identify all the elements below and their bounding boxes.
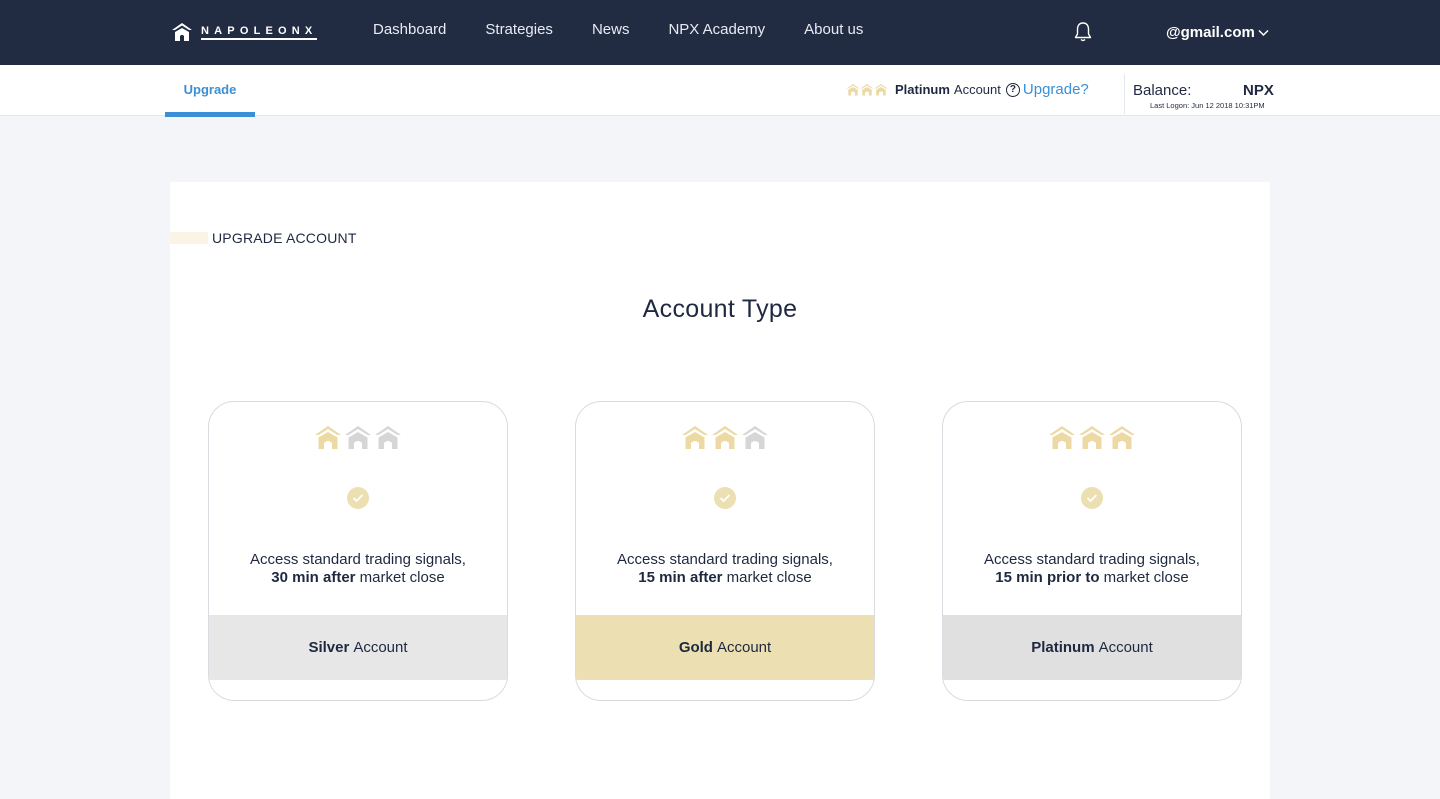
crown-rating	[576, 424, 874, 450]
nav-strategies[interactable]: Strategies	[485, 20, 553, 40]
crown-rating	[209, 424, 507, 450]
crown-icon	[1109, 426, 1135, 449]
check-icon	[347, 487, 369, 509]
divider	[1124, 74, 1125, 114]
platinum-account-card[interactable]: Access standard trading signals, 15 min …	[942, 401, 1242, 701]
gold-account-card[interactable]: Access standard trading signals, 15 min …	[575, 401, 875, 701]
card-desc-emphasis: 15 min after	[638, 569, 723, 586]
card-desc-line: Access standard trading signals,	[250, 551, 466, 568]
platinum-account-button[interactable]: Platinum Account	[943, 615, 1241, 680]
balance-label: Balance:	[1133, 82, 1192, 99]
crown-icon	[742, 426, 768, 449]
crown-icon	[345, 426, 371, 449]
nav-npx-academy[interactable]: NPX Academy	[668, 20, 765, 40]
card-desc-rest: market close	[722, 569, 812, 586]
crown-icon	[874, 84, 888, 96]
balance-unit: NPX	[1243, 82, 1274, 99]
page-title: Account Type	[642, 295, 798, 323]
card-description: Access standard trading signals, 15 min …	[576, 551, 874, 587]
silver-account-card[interactable]: Access standard trading signals, 30 min …	[208, 401, 508, 701]
account-level-word: Account	[953, 82, 1001, 97]
card-desc-emphasis: 30 min after	[271, 569, 356, 586]
section-marker	[170, 232, 208, 244]
silver-account-button[interactable]: Silver Account	[209, 615, 507, 680]
brand-wordmark: NAPOLEONX	[201, 25, 318, 40]
help-icon[interactable]: ?	[1005, 82, 1020, 97]
tier-word: Account	[353, 639, 408, 656]
section-title: UPGRADE ACCOUNT	[212, 230, 357, 246]
check-icon	[1081, 487, 1103, 509]
account-level-name: Platinum	[895, 82, 950, 97]
card-description: Access standard trading signals, 15 min …	[943, 551, 1241, 587]
tier-word: Account	[716, 639, 772, 656]
tier-name: Gold	[678, 639, 713, 656]
top-navbar: NAPOLEONX Dashboard Strategies News NPX …	[0, 0, 1440, 65]
account-level-crowns	[846, 83, 888, 96]
crown-icon	[712, 426, 738, 449]
crown-icon	[375, 426, 401, 449]
user-email: @gmail.com	[1166, 24, 1255, 41]
nav-dashboard[interactable]: Dashboard	[373, 20, 446, 40]
tier-name: Platinum	[1031, 639, 1095, 656]
crown-icon	[1049, 426, 1075, 449]
crown-icon	[860, 84, 874, 96]
check-icon	[714, 487, 736, 509]
card-desc-rest: market close	[1099, 569, 1189, 586]
user-menu[interactable]: @gmail.com	[1166, 23, 1269, 43]
card-desc-emphasis: 15 min prior to	[995, 569, 1100, 586]
tab-upgrade[interactable]: Upgrade	[165, 65, 255, 117]
chevron-down-icon	[1258, 29, 1269, 37]
card-desc-line: Access standard trading signals,	[617, 551, 833, 568]
upgrade-link[interactable]: Upgrade?	[1023, 81, 1089, 98]
crown-rating	[943, 424, 1241, 450]
tier-name: Silver	[308, 639, 350, 656]
gold-account-button[interactable]: Gold Account	[576, 615, 874, 680]
nav-about-us[interactable]: About us	[804, 20, 863, 40]
logo-icon	[172, 23, 192, 41]
sub-header: Upgrade Platinum Account ? Upgrade? Bala…	[0, 65, 1440, 117]
main-nav: Dashboard Strategies News NPX Academy Ab…	[373, 20, 902, 40]
crown-icon	[846, 84, 860, 96]
card-desc-rest: market close	[355, 569, 445, 586]
card-desc-line: Access standard trading signals,	[984, 551, 1200, 568]
crown-icon	[682, 426, 708, 449]
upgrade-panel: UPGRADE ACCOUNT Account Type Access stan…	[170, 182, 1270, 799]
last-logon: Last Logon: Jun 12 2018 10:31PM	[1150, 101, 1265, 110]
nav-news[interactable]: News	[592, 20, 630, 40]
current-account-info: Platinum Account ? Upgrade?	[846, 81, 1089, 98]
tier-word: Account	[1098, 639, 1153, 656]
crown-icon	[1079, 426, 1105, 449]
bell-icon[interactable]	[1073, 21, 1093, 43]
brand-logo[interactable]: NAPOLEONX	[170, 19, 318, 45]
crown-icon	[315, 426, 341, 449]
card-description: Access standard trading signals, 30 min …	[209, 551, 507, 587]
